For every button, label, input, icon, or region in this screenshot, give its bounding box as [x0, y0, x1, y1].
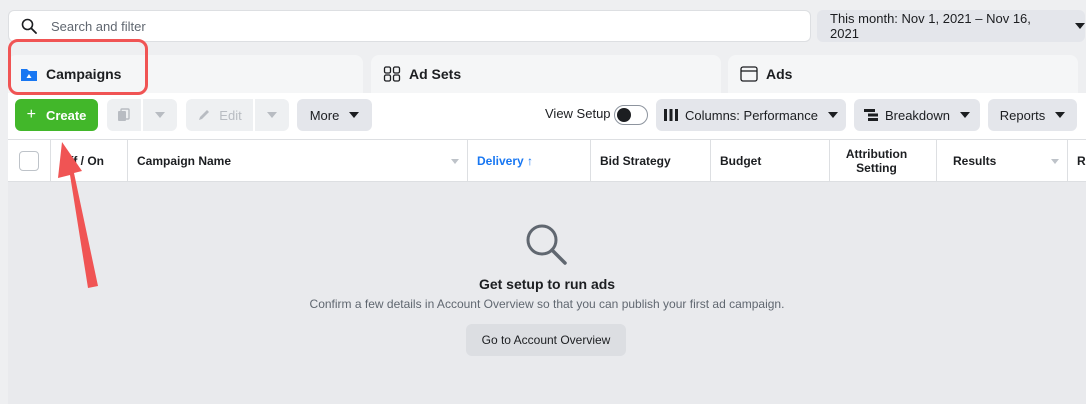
breakdown-icon [863, 109, 878, 121]
column-header-label: Re [1077, 153, 1086, 168]
chevron-down-icon [827, 112, 838, 118]
empty-state: Get setup to run ads Confirm a few detai… [8, 182, 1086, 404]
select-all-checkbox[interactable] [19, 150, 39, 171]
empty-state-description: Confirm a few details in Account Overvie… [309, 297, 785, 311]
column-header-label: Results [953, 153, 997, 168]
columns-button[interactable]: Columns: Performance [656, 99, 846, 131]
duplicate-button[interactable] [107, 99, 141, 131]
column-header-label: Delivery ↑ [477, 153, 534, 168]
column-header-label: Budget [720, 153, 762, 168]
search-icon [21, 18, 37, 34]
plus-icon: + [26, 106, 36, 123]
tab-ad-sets[interactable]: Ad Sets [371, 55, 721, 93]
column-header-reach[interactable]: Re [1068, 140, 1086, 181]
search-input[interactable] [51, 18, 810, 34]
empty-state-title: Get setup to run ads [478, 276, 616, 292]
column-header-results[interactable]: Results [937, 140, 1068, 181]
search-bar[interactable] [8, 10, 811, 42]
pencil-icon [199, 110, 210, 120]
chevron-down-icon [960, 112, 971, 118]
edit-label: Edit [219, 107, 242, 123]
chevron-down-icon [1075, 23, 1085, 29]
reports-button[interactable]: Reports [988, 99, 1077, 131]
tab-campaigns[interactable]: Campaigns [8, 55, 363, 93]
select-all-cell [8, 140, 51, 181]
go-to-account-overview-button[interactable]: Go to Account Overview [466, 324, 626, 356]
more-label: More [309, 107, 340, 123]
column-header-attribution-setting[interactable]: Attribution Setting [830, 140, 937, 181]
table-header: Off / On Campaign Name Delivery ↑ Bid St… [8, 139, 1086, 182]
create-label: Create [45, 107, 87, 123]
chevron-down-icon [349, 112, 360, 118]
view-setup-label: View Setup [545, 106, 611, 121]
column-header-budget[interactable]: Budget [711, 140, 830, 181]
toggle-knob [617, 108, 631, 122]
column-header-label: Campaign Name [137, 153, 232, 168]
date-range-button[interactable]: This month: Nov 1, 2021 – Nov 16, 2021 [817, 10, 1085, 42]
chevron-down-icon [1055, 112, 1066, 118]
folder-icon [21, 69, 37, 81]
toolbar: + Create Edit More View Setup Columns: P… [8, 93, 1086, 137]
more-button[interactable]: More [297, 99, 372, 131]
columns-label: Columns: Performance [685, 107, 818, 123]
tab-ads[interactable]: Ads [728, 55, 1078, 93]
create-button[interactable]: + Create [15, 99, 98, 131]
ad-window-icon [740, 66, 758, 82]
column-header-label: Bid Strategy [600, 153, 671, 168]
breakdown-button[interactable]: Breakdown [854, 99, 980, 131]
breakdown-label: Breakdown [884, 107, 951, 123]
column-header-label: Attribution Setting [845, 146, 908, 175]
view-setup-toggle[interactable] [614, 105, 648, 125]
chevron-down-icon [267, 112, 277, 118]
tab-campaigns-label: Campaigns [46, 66, 122, 82]
column-header-label: Off / On [60, 153, 104, 168]
date-range-label: This month: Nov 1, 2021 – Nov 16, 2021 [830, 11, 1031, 41]
column-header-delivery[interactable]: Delivery ↑ [468, 140, 591, 181]
edit-button[interactable]: Edit [186, 99, 253, 131]
campaigns-panel: + Create Edit More View Setup Columns: P… [8, 93, 1086, 404]
columns-icon [664, 109, 679, 121]
duplicate-icon [118, 108, 130, 121]
column-header-bid-strategy[interactable]: Bid Strategy [591, 140, 711, 181]
duplicate-dropdown-button[interactable] [143, 99, 177, 131]
tab-ad-sets-label: Ad Sets [409, 66, 462, 82]
search-icon [526, 224, 567, 265]
reports-label: Reports [999, 107, 1046, 123]
chevron-down-icon [155, 112, 165, 118]
tab-ads-label: Ads [766, 66, 793, 82]
column-header-campaign-name[interactable]: Campaign Name [128, 140, 468, 181]
column-header-off-on[interactable]: Off / On [51, 140, 128, 181]
sort-caret-icon [1051, 159, 1059, 164]
edit-dropdown-button[interactable] [255, 99, 289, 131]
sort-caret-icon [451, 159, 459, 164]
grid-icon [383, 66, 401, 82]
